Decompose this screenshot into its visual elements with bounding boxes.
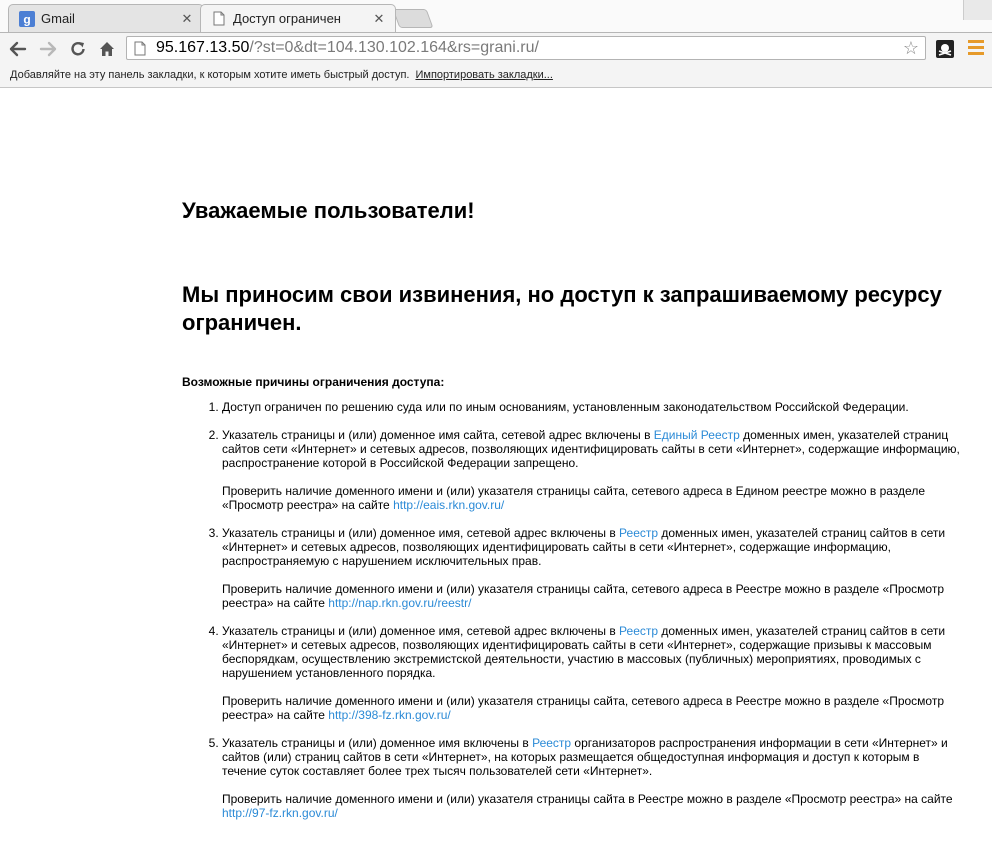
reason-text: Указатель страницы и (или) доменное имя,… <box>222 526 962 568</box>
toolbar: 95.167.13.50/?st=0&dt=104.130.102.164&rs… <box>0 32 992 64</box>
reason-text-part: Указатель страницы и (или) доменное имя … <box>222 736 533 750</box>
registry-link[interactable]: Реестр <box>619 526 658 540</box>
bookmark-star-icon[interactable]: ☆ <box>903 38 919 59</box>
forward-arrow-icon <box>39 41 57 57</box>
back-button[interactable] <box>6 37 30 61</box>
check-text-part: Проверить наличие доменного имени и (или… <box>222 484 925 512</box>
registry-link[interactable]: Единый Реестр <box>654 428 740 442</box>
url-path: /?st=0&dt=104.130.102.164&rs=grani.ru/ <box>249 39 539 56</box>
tab-gmail[interactable]: g Gmail ✕ <box>8 4 204 32</box>
check-url-link[interactable]: http://398-fz.rkn.gov.ru/ <box>328 708 451 722</box>
google-icon: g <box>19 10 35 27</box>
reason-text-part: Доступ ограничен по решению суда или по … <box>222 400 909 414</box>
tab-access-restricted[interactable]: Доступ ограничен ✕ <box>200 4 396 32</box>
page-icon <box>134 40 148 56</box>
back-arrow-icon <box>9 41 27 57</box>
close-icon[interactable]: ✕ <box>371 11 387 27</box>
reason-item: Указатель страницы и (или) доменное имя … <box>222 736 962 820</box>
forward-button[interactable] <box>36 37 60 61</box>
tab-title: Доступ ограничен <box>233 11 341 26</box>
reason-text: Доступ ограничен по решению суда или по … <box>222 400 962 414</box>
reason-text-part: Указатель страницы и (или) доменное имя,… <box>222 624 620 638</box>
check-text-part: Проверить наличие доменного имени и (или… <box>222 792 953 806</box>
reason-text-part: Указатель страницы и (или) доменное имя … <box>222 428 654 442</box>
tab-strip: g Gmail ✕ Доступ ограничен ✕ <box>0 0 992 32</box>
check-url-link[interactable]: http://nap.rkn.gov.ru/reestr/ <box>328 596 471 610</box>
reason-text-part: Указатель страницы и (или) доменное имя,… <box>222 526 620 540</box>
window-control[interactable] <box>963 0 992 20</box>
reasons-list: Доступ ограничен по решению суда или по … <box>182 400 962 834</box>
reason-item: Указатель страницы и (или) доменное имя,… <box>222 526 962 610</box>
url-host: 95.167.13.50 <box>156 39 250 56</box>
tab-title: Gmail <box>41 11 75 26</box>
new-tab-button[interactable] <box>392 9 434 28</box>
page-title: Мы приносим свои извинения, но доступ к … <box>182 282 942 335</box>
check-text: Проверить наличие доменного имени и (или… <box>222 694 962 722</box>
bookmarks-bar: Добавляйте на эту панель закладки, к кот… <box>0 63 992 88</box>
reason-item: Указатель страницы и (или) доменное имя,… <box>222 624 962 722</box>
import-bookmarks-link[interactable]: Импортировать закладки... <box>415 69 552 81</box>
home-icon <box>100 42 114 56</box>
reload-button[interactable] <box>66 37 90 61</box>
reason-item: Указатель страницы и (или) доменное имя … <box>222 428 962 512</box>
close-icon[interactable]: ✕ <box>179 11 195 27</box>
reload-icon <box>71 42 85 56</box>
address-bar[interactable]: 95.167.13.50/?st=0&dt=104.130.102.164&rs… <box>126 36 926 60</box>
reason-text: Указатель страницы и (или) доменное имя … <box>222 428 962 470</box>
extension-icon[interactable] <box>936 40 954 58</box>
registry-link[interactable]: Реестр <box>619 624 658 638</box>
check-url-link[interactable]: http://eais.rkn.gov.ru/ <box>393 498 504 512</box>
check-text: Проверить наличие доменного имени и (или… <box>222 484 962 512</box>
page-icon <box>211 11 227 27</box>
menu-icon[interactable] <box>968 40 984 56</box>
check-text: Проверить наличие доменного имени и (или… <box>222 792 962 820</box>
reason-text: Указатель страницы и (или) доменное имя … <box>222 736 962 778</box>
svg-text:g: g <box>23 12 30 26</box>
check-text: Проверить наличие доменного имени и (или… <box>222 582 962 610</box>
registry-link[interactable]: Реестр <box>532 736 571 750</box>
reasons-heading: Возможные причины ограничения доступа: <box>182 375 445 389</box>
reason-text: Указатель страницы и (или) доменное имя,… <box>222 624 962 680</box>
home-button[interactable] <box>95 37 119 61</box>
page-greeting: Уважаемые пользователи! <box>182 198 475 223</box>
reason-item: Доступ ограничен по решению суда или по … <box>222 400 962 414</box>
check-url-link[interactable]: http://97-fz.rkn.gov.ru/ <box>222 806 338 820</box>
bookmarks-hint: Добавляйте на эту панель закладки, к кот… <box>10 69 410 81</box>
